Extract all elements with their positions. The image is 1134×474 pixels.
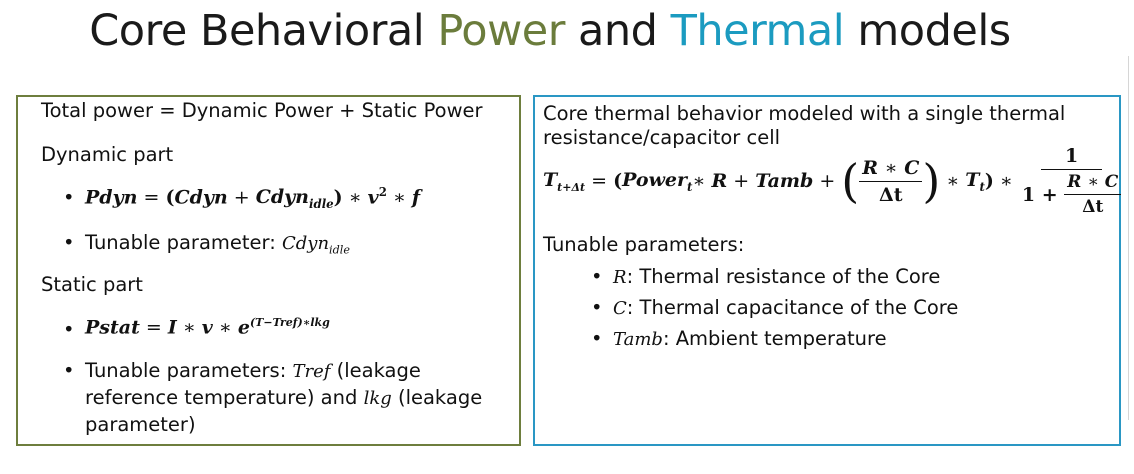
tunable-parameter-label: Tunable parameter: xyxy=(85,231,282,254)
param-tamb-line: Tamb: Ambient temperature xyxy=(613,327,887,350)
bullet-dot: • xyxy=(591,327,603,350)
bullet-dot: • xyxy=(591,296,603,319)
slide-title: Core Behavioral Power and Thermal models xyxy=(0,6,1100,56)
title-part-2: and xyxy=(564,6,671,56)
thermal-description-line-1: Core thermal behavior modeled with a sin… xyxy=(543,102,1066,125)
total-power-line: Total power = Dynamic Power + Static Pow… xyxy=(41,99,483,122)
tunable-parameter-line: Tunable parameter: Cdynidle xyxy=(85,231,350,257)
power-model-panel: Total power = Dynamic Power + Static Pow… xyxy=(16,95,521,446)
param-r-line: R: Thermal resistance of the Core xyxy=(613,265,941,288)
title-thermal-word: Thermal xyxy=(670,6,845,56)
tunable-parameters-heading: Tunable parameters: xyxy=(543,233,745,256)
title-part-3: models xyxy=(844,6,1011,56)
title-power-word: Power xyxy=(437,6,565,56)
param-c-line: C: Thermal capacitance of the Core xyxy=(613,296,959,319)
bullet-dot: • xyxy=(63,231,75,254)
tunable-parameters-static-line-1: Tunable parameters: Tref (leakage xyxy=(85,359,421,382)
slide-edge-divider xyxy=(1128,56,1134,420)
tunable-parameters-static-line-2: reference temperature) and lkg (leakage xyxy=(85,386,483,409)
static-part-heading: Static part xyxy=(41,273,143,296)
thermal-model-panel: Core thermal behavior modeled with a sin… xyxy=(533,95,1124,446)
tunable-parameters-static-line-3: parameter) xyxy=(85,413,196,436)
bullet-dot: • xyxy=(591,265,603,288)
bullet-dot: • xyxy=(63,318,75,341)
bullet-dot: • xyxy=(63,186,75,209)
bullet-dot: • xyxy=(63,359,75,382)
title-part-1: Core Behavioral xyxy=(89,6,438,56)
pdyn-equation: Pdyn = (Cdyn + Cdynidle) ∗ v2 ∗ f xyxy=(85,185,421,212)
pstat-equation: Pstat = I ∗ v ∗ e(T−Tref)∗lkg xyxy=(85,316,330,339)
dynamic-part-heading: Dynamic part xyxy=(41,143,174,166)
thermal-equation: Tt+Δt = (Powert ∗ R + Tamb + (R ∗ C Δt) ∗ … xyxy=(543,145,1124,217)
